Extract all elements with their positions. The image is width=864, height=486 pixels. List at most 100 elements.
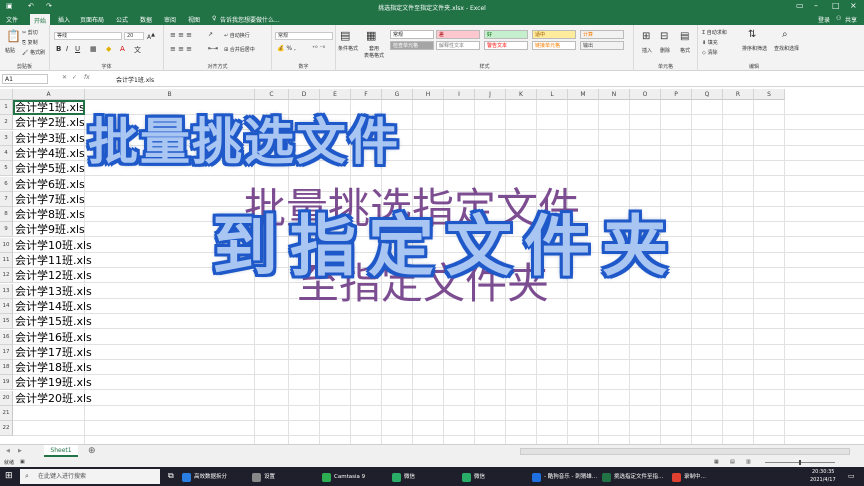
start-icon[interactable]: ⊞ bbox=[5, 471, 13, 481]
cancel-icon[interactable]: ✕ bbox=[62, 74, 67, 81]
font-color-icon[interactable]: A bbox=[120, 45, 125, 53]
cell-a10[interactable]: 会计学10班.xls bbox=[15, 238, 92, 253]
row-header-4[interactable]: 4 bbox=[0, 145, 13, 161]
font-name-select[interactable]: 等线 bbox=[54, 32, 122, 40]
scroll-right-icon[interactable]: ▶ bbox=[18, 448, 22, 454]
tab-insert[interactable]: 插入 bbox=[58, 15, 70, 24]
formula-input[interactable]: 会计学1班.xls bbox=[116, 75, 154, 84]
row-header-21[interactable]: 21 bbox=[0, 406, 13, 421]
scroll-left-icon[interactable]: ◀ bbox=[6, 448, 10, 454]
cell-a7[interactable]: 会计学7班.xls bbox=[15, 192, 85, 207]
taskbar-app-4[interactable]: 微信 bbox=[462, 471, 528, 483]
fill-button[interactable]: ⬇ 填充 bbox=[702, 39, 718, 46]
orientation-icon[interactable]: ↗ bbox=[208, 31, 213, 38]
add-sheet-icon[interactable]: ⊕ bbox=[88, 446, 96, 456]
row-header-15[interactable]: 15 bbox=[0, 314, 13, 330]
cell-a16[interactable]: 会计学16班.xls bbox=[15, 330, 92, 345]
font-size-select[interactable]: 20 bbox=[124, 32, 144, 40]
insert-cells-button[interactable]: 插入 bbox=[642, 47, 652, 54]
delete-cells-button[interactable]: 删除 bbox=[660, 47, 670, 54]
column-header-a[interactable]: A bbox=[13, 89, 85, 100]
column-header-n[interactable]: N bbox=[599, 89, 630, 100]
tab-formulas[interactable]: 公式 bbox=[116, 15, 128, 24]
taskbar-app-7[interactable]: 录制中… bbox=[672, 471, 738, 483]
column-header-l[interactable]: L bbox=[537, 89, 568, 100]
notification-icon[interactable]: ▭ bbox=[848, 472, 855, 480]
cell-style-8[interactable]: 链接单元格 bbox=[532, 41, 576, 50]
tell-me-icon[interactable]: ♀ bbox=[212, 15, 216, 22]
row-header-5[interactable]: 5 bbox=[0, 161, 13, 177]
column-header-s[interactable]: S bbox=[754, 89, 785, 100]
row-header-22[interactable]: 22 bbox=[0, 421, 13, 437]
decimal-icon[interactable]: ⁺⁰ ⁻⁰ bbox=[312, 45, 325, 52]
row-header-14[interactable]: 14 bbox=[0, 298, 13, 314]
tab-review[interactable]: 审阅 bbox=[164, 15, 176, 24]
zoom-thumb[interactable] bbox=[799, 460, 801, 465]
sheet-tab-sheet1[interactable]: Sheet1 bbox=[44, 445, 78, 457]
column-header-q[interactable]: Q bbox=[692, 89, 723, 100]
column-header-h[interactable]: H bbox=[413, 89, 444, 100]
row-header-7[interactable]: 7 bbox=[0, 191, 13, 207]
normal-view-icon[interactable]: ▦ bbox=[714, 459, 719, 465]
align-left-icon[interactable]: ≡ ≡ ≡ bbox=[170, 45, 192, 53]
merge-center-button[interactable]: ⊞ 合并后居中 bbox=[224, 46, 255, 53]
cell-style-7[interactable]: 警告文本 bbox=[484, 41, 528, 50]
row-header-10[interactable]: 10 bbox=[0, 237, 13, 253]
cell-style-2[interactable]: 好 bbox=[484, 30, 528, 39]
task-view-icon[interactable]: ⧉ bbox=[168, 471, 174, 481]
cell-a17[interactable]: 会计学17班.xls bbox=[15, 345, 92, 360]
autosum-button[interactable]: Σ 自动求和 bbox=[702, 29, 727, 36]
table-format-icon[interactable]: ▦ bbox=[366, 29, 376, 42]
row-header-2[interactable]: 2 bbox=[0, 115, 13, 131]
cell-a14[interactable]: 会计学14班.xls bbox=[15, 299, 92, 314]
row-header-9[interactable]: 9 bbox=[0, 222, 13, 238]
row-header-3[interactable]: 3 bbox=[0, 130, 13, 146]
row-header-18[interactable]: 18 bbox=[0, 360, 13, 376]
row-header-11[interactable]: 11 bbox=[0, 253, 13, 268]
tab-page-layout[interactable]: 页面布局 bbox=[80, 15, 104, 24]
cell-style-4[interactable]: 计算 bbox=[580, 30, 624, 39]
format-cells-button[interactable]: 格式 bbox=[680, 47, 690, 54]
conditional-format-icon[interactable]: ▤ bbox=[340, 29, 350, 42]
cell-a11[interactable]: 会计学11班.xls bbox=[15, 253, 92, 268]
column-header-r[interactable]: R bbox=[723, 89, 754, 100]
taskbar-app-6[interactable]: 挑选指定文件至指… bbox=[602, 471, 668, 483]
copy-button[interactable]: ⎘ 复制 bbox=[22, 39, 38, 46]
currency-icon[interactable]: 💰 % , bbox=[277, 45, 296, 52]
row-header-13[interactable]: 13 bbox=[0, 283, 13, 299]
column-header-i[interactable]: I bbox=[444, 89, 475, 100]
column-header-j[interactable]: J bbox=[475, 89, 506, 100]
cell-a12[interactable]: 会计学12班.xls bbox=[15, 268, 92, 283]
tab-data[interactable]: 数据 bbox=[140, 15, 152, 24]
cell-a6[interactable]: 会计学6班.xls bbox=[15, 177, 85, 192]
column-header-b[interactable]: B bbox=[85, 89, 255, 100]
taskbar-app-1[interactable]: 设置 bbox=[252, 471, 318, 483]
maximize-button[interactable]: □ bbox=[832, 1, 840, 10]
bold-button[interactable]: B bbox=[56, 45, 61, 53]
cell-a15[interactable]: 会计学15班.xls bbox=[15, 314, 92, 329]
row-header-19[interactable]: 19 bbox=[0, 375, 13, 391]
row-header-8[interactable]: 8 bbox=[0, 207, 13, 223]
cell-a18[interactable]: 会计学18班.xls bbox=[15, 360, 92, 375]
name-box[interactable]: A1 bbox=[2, 74, 48, 84]
cell-a2[interactable]: 会计学2班.xls bbox=[15, 115, 85, 130]
tab-view[interactable]: 视图 bbox=[188, 15, 200, 24]
macro-record-icon[interactable]: ▣ bbox=[20, 459, 25, 465]
horizontal-scrollbar[interactable] bbox=[520, 448, 850, 455]
tab-file[interactable]: 文件 bbox=[6, 15, 18, 24]
column-header-g[interactable]: G bbox=[382, 89, 413, 100]
underline-button[interactable]: U bbox=[75, 45, 80, 53]
insert-cells-icon[interactable]: ⊞ bbox=[642, 31, 650, 42]
wrap-text-button[interactable]: ↵ 自动换行 bbox=[224, 32, 250, 39]
grow-font-icon[interactable]: A▲ bbox=[147, 32, 155, 41]
login-link[interactable]: 登录 bbox=[818, 15, 830, 24]
taskbar-app-2[interactable]: Camtasia 9 bbox=[322, 471, 388, 483]
share-icon[interactable]: ⚇ bbox=[836, 15, 841, 22]
conditional-format-button[interactable]: 条件格式 bbox=[338, 45, 358, 52]
column-header-o[interactable]: O bbox=[630, 89, 661, 100]
cell-style-6[interactable]: 解释性文本 bbox=[436, 41, 480, 50]
cell-a4[interactable]: 会计学4班.xls bbox=[15, 146, 85, 161]
format-painter-button[interactable]: 🖌 格式刷 bbox=[22, 49, 45, 56]
indent-icon[interactable]: ⇤⇥ bbox=[208, 45, 218, 52]
share-button[interactable]: 共享 bbox=[845, 15, 857, 24]
